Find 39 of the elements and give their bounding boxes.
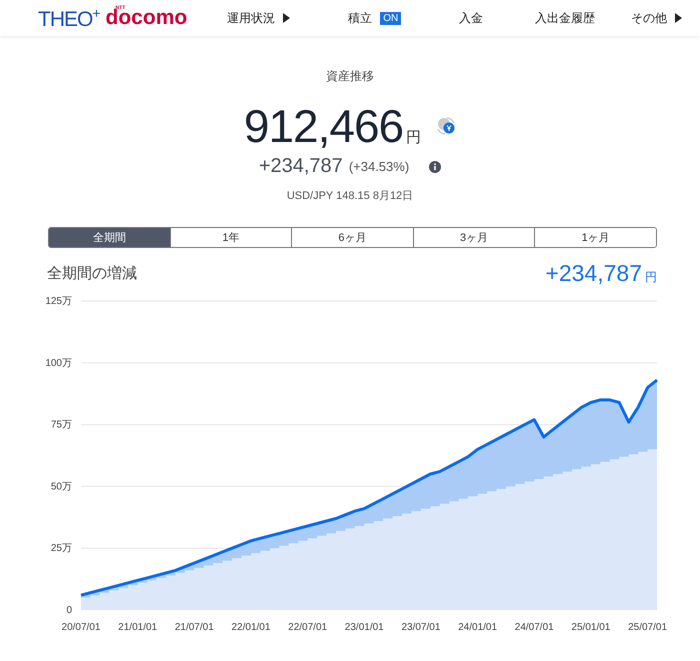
x-axis-label: 24/01/01 xyxy=(458,622,498,633)
x-axis-label: 21/07/01 xyxy=(174,622,214,633)
yen-unit: 円 xyxy=(645,268,657,286)
caret-right-icon xyxy=(675,13,682,23)
period-tab[interactable]: 全期間 xyxy=(49,228,170,247)
x-axis-label: 25/07/01 xyxy=(628,622,668,633)
x-axis-label: 22/01/01 xyxy=(232,622,270,633)
nav-link[interactable]: 運用状況 xyxy=(227,10,290,26)
y-axis-label: 100万 xyxy=(45,358,72,369)
x-axis-label: 22/07/01 xyxy=(288,622,328,633)
caret-right-icon xyxy=(283,13,290,23)
period-change: +234,787 xyxy=(545,260,642,286)
nav-link[interactable]: 入出金履歴 xyxy=(535,10,596,26)
exchange-rate: USD/JPY 148.15 8月12日 xyxy=(286,189,414,203)
x-axis-label: 23/01/01 xyxy=(344,622,384,633)
currency-switch-icon[interactable] xyxy=(436,116,456,136)
x-axis-label: 20/07/01 xyxy=(62,622,100,633)
y-axis-label: 25万 xyxy=(50,543,72,554)
section-title: 資産推移 xyxy=(326,68,374,85)
on-badge: ON xyxy=(380,12,402,24)
y-axis-label: 75万 xyxy=(50,420,72,431)
total-amount: 912,466 xyxy=(244,99,404,153)
period-label: 全期間の増減 xyxy=(47,264,137,282)
info-icon[interactable] xyxy=(429,160,442,172)
y-axis-label: 125万 xyxy=(45,296,72,307)
nav-link[interactable]: 入金 xyxy=(459,10,484,26)
period-tab[interactable]: 1ヶ月 xyxy=(534,228,656,247)
theo-logo: THEO$^{+}$ xyxy=(38,4,100,32)
change-percent: (+34.53%) xyxy=(348,159,410,174)
y-axis-label: 0 xyxy=(66,605,72,616)
nav-link[interactable]: その他 xyxy=(631,10,682,26)
x-axis-label: 21/01/01 xyxy=(118,622,158,633)
x-axis-label: 25/01/01 xyxy=(571,622,610,633)
x-axis-label: 23/07/01 xyxy=(401,622,440,633)
nav-link[interactable]: 積立 ON xyxy=(348,10,402,26)
y-axis-label: 50万 xyxy=(50,481,72,492)
x-axis-label: 24/07/01 xyxy=(514,622,554,633)
yen-unit: 円 xyxy=(406,128,422,147)
change-amount: +234,787 xyxy=(258,155,343,178)
